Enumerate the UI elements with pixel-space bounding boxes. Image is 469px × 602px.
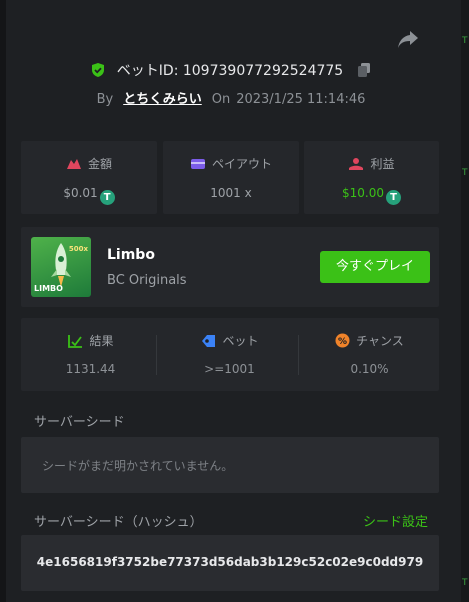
thumb-badge: 500x <box>68 245 88 253</box>
payout-value: 1001 x <box>210 186 252 200</box>
payout-box: ペイアウト 1001 x <box>163 141 299 214</box>
author-line: By とちくみらい On 2023/1/25 11:14:46 <box>0 88 462 107</box>
amount-value: $0.01 <box>63 186 98 200</box>
profit-label: 利益 <box>370 157 395 171</box>
payout-icon <box>190 159 205 169</box>
shield-check-icon <box>92 63 105 77</box>
username-link[interactable]: とちくみらい <box>123 92 202 107</box>
result-col: 結果 1131.44 <box>21 318 160 391</box>
bet-id: ベットID: 109739077292524775 <box>116 63 344 79</box>
amount-label: 金額 <box>87 157 112 171</box>
result-value: 1131.44 <box>65 362 116 376</box>
bet-value: >=1001 <box>204 362 255 376</box>
right-edge: TTT <box>461 0 469 602</box>
bet-col: ベット >=1001 <box>160 318 299 391</box>
chance-col: % チャンス 0.10% <box>300 318 439 391</box>
divider <box>156 335 157 375</box>
timestamp: 2023/1/25 11:14:46 <box>236 92 366 107</box>
play-now-button[interactable]: 今すぐプレイ <box>320 251 430 283</box>
svg-text:%: % <box>338 337 347 347</box>
seed-settings-link[interactable]: シード設定 <box>363 511 428 530</box>
share-icon[interactable] <box>396 28 420 50</box>
amount-box: 金額 $0.01 T <box>21 141 157 214</box>
game-card: 500x LIMBO Limbo BC Originals 今すぐプレイ <box>21 227 439 307</box>
on-label: On <box>211 92 231 107</box>
bet-id-line: ベットID: 109739077292524775 <box>0 60 462 80</box>
bet-label: ベット <box>222 334 259 348</box>
divider <box>298 335 299 375</box>
server-seed-field[interactable]: シードがまだ明かされていません。 <box>21 437 439 493</box>
server-seed-placeholder: シードがまだ明かされていません。 <box>42 459 234 473</box>
tether-coin-icon: T <box>386 190 401 205</box>
by-label: By <box>96 92 114 107</box>
server-seed-hash-label: サーバーシード（ハッシュ） <box>34 515 203 530</box>
chance-label: チャンス <box>356 334 404 348</box>
server-seed-hash-value: 4e1656819f3752be77373d56dab3b129c52c02e9… <box>36 555 424 569</box>
thumb-brand: LIMBO <box>34 284 63 293</box>
game-provider: BC Originals <box>107 273 187 288</box>
server-seed-hash-field[interactable]: 4e1656819f3752be77373d56dab3b129c52c02e9… <box>21 535 439 591</box>
copy-icon[interactable] <box>356 62 372 78</box>
payout-label: ペイアウト <box>211 157 272 171</box>
game-name: Limbo <box>107 247 155 263</box>
amount-icon <box>66 159 81 169</box>
server-seed-label: サーバーシード <box>34 415 125 430</box>
chance-icon: % <box>335 333 350 348</box>
result-label: 結果 <box>89 334 114 348</box>
result-row: 結果 1131.44 ベット >=1001 % チャンス 0.10% <box>21 318 439 391</box>
bet-icon <box>202 335 216 347</box>
tether-coin-icon: T <box>99 190 115 205</box>
profit-icon <box>349 158 364 170</box>
profit-box: 利益 $10.00 T <box>304 141 439 214</box>
chance-value: 0.10% <box>350 362 389 376</box>
game-thumbnail[interactable]: 500x LIMBO <box>31 237 91 297</box>
profit-value: $10.00 <box>342 186 384 200</box>
result-icon <box>68 335 83 348</box>
